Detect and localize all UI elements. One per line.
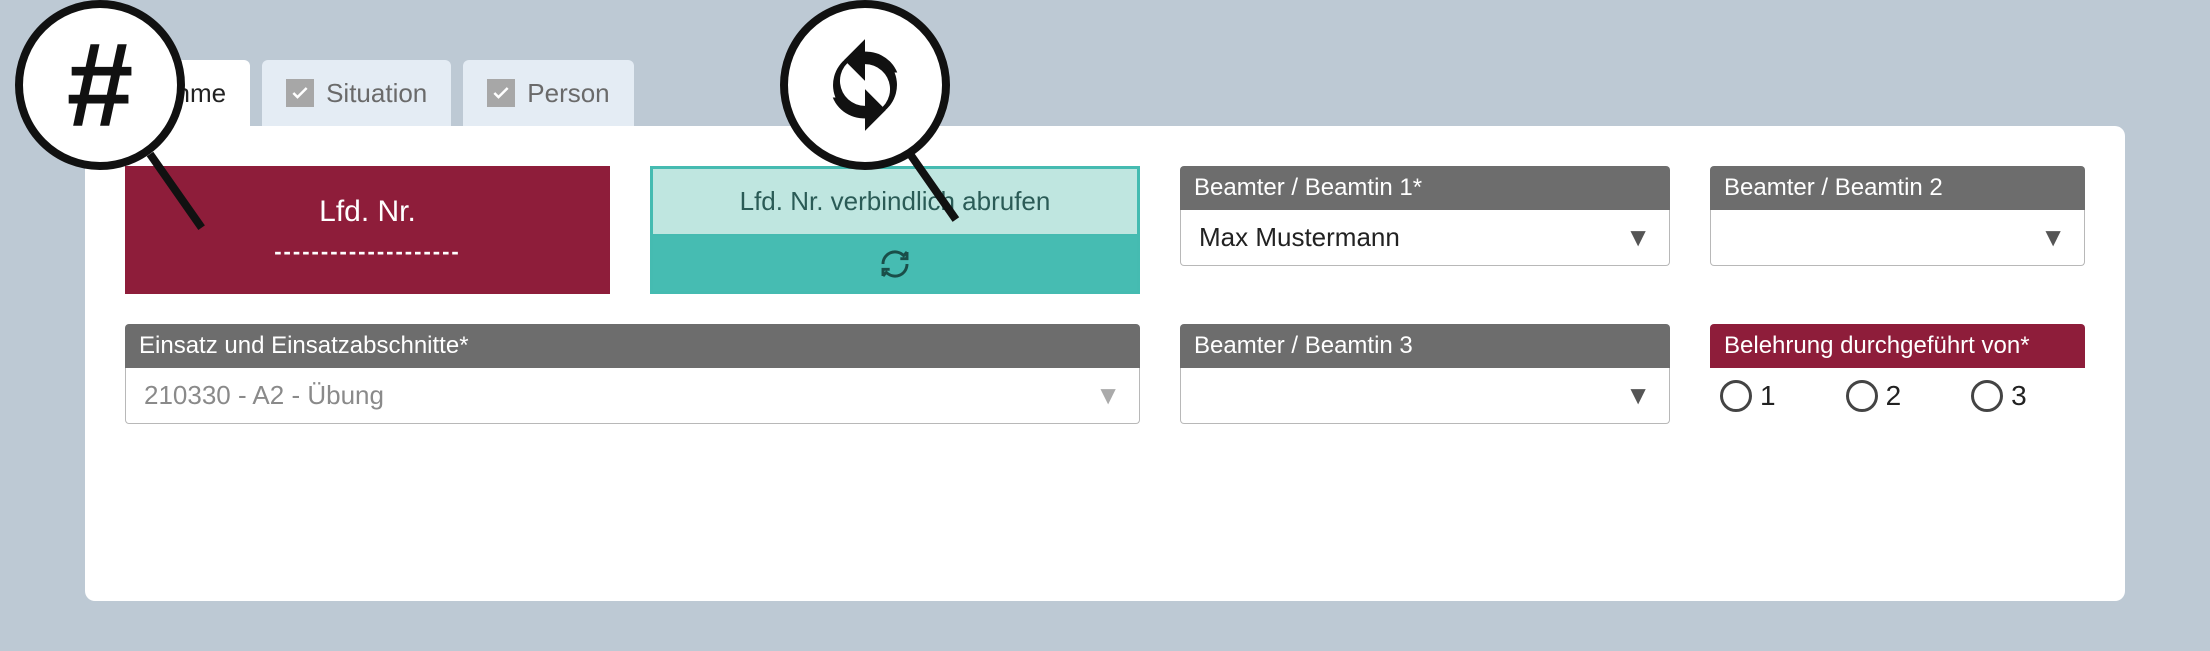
chevron-down-icon: ▼ — [1625, 222, 1651, 253]
assignment-value: 210330 - A2 - Übung — [144, 380, 384, 411]
callout-refresh — [780, 0, 950, 170]
officer-2-label: Beamter / Beamtin 2 — [1710, 166, 2085, 210]
officer-1-cell: Beamter / Beamtin 1* Max Mustermann ▼ — [1180, 166, 1670, 294]
officer-3-cell: Beamter / Beamtin 3 ▼ — [1180, 324, 1670, 424]
officer-1-value: Max Mustermann — [1199, 222, 1400, 253]
lfd-nr-value: -------------------- — [274, 239, 461, 265]
tab-label: Situation — [326, 78, 427, 109]
hash-icon: # — [67, 25, 134, 145]
chevron-down-icon: ▼ — [1625, 380, 1651, 411]
fetch-label: Lfd. Nr. verbindlich abrufen — [653, 169, 1137, 236]
instruction-radio-3[interactable]: 3 — [1971, 380, 2027, 412]
check-icon — [286, 79, 314, 107]
callout-hash: # — [15, 0, 185, 170]
instruction-cell: Belehrung durchgeführt von* 1 2 3 — [1710, 324, 2085, 424]
officer-1-select[interactable]: Max Mustermann ▼ — [1180, 210, 1670, 266]
officer-2-cell: Beamter / Beamtin 2 ▼ — [1710, 166, 2085, 294]
officer-1-label: Beamter / Beamtin 1* — [1180, 166, 1670, 210]
officer-3-label: Beamter / Beamtin 3 — [1180, 324, 1670, 368]
officer-2-select[interactable]: ▼ — [1710, 210, 2085, 266]
chevron-down-icon: ▼ — [1095, 380, 1121, 411]
form-panel: Lfd. Nr. -------------------- Lfd. Nr. v… — [85, 126, 2125, 601]
instruction-radio-2[interactable]: 2 — [1846, 380, 1902, 412]
tab-bar: bernahme Situation Person — [85, 60, 2125, 126]
instruction-radios: 1 2 3 — [1710, 368, 2085, 424]
instruction-label: Belehrung durchgeführt von* — [1710, 324, 2085, 368]
refresh-icon — [653, 236, 1137, 291]
radio-label: 2 — [1886, 380, 1902, 412]
assignment-label: Einsatz und Einsatzabschnitte* — [125, 324, 1140, 368]
radio-icon — [1971, 380, 2003, 412]
tab-person[interactable]: Person — [463, 60, 633, 126]
officer-3-select[interactable]: ▼ — [1180, 368, 1670, 424]
refresh-icon — [815, 35, 915, 135]
tab-situation[interactable]: Situation — [262, 60, 451, 126]
assignment-cell: Einsatz und Einsatzabschnitte* 210330 - … — [125, 324, 1140, 424]
radio-icon — [1846, 380, 1878, 412]
tab-label: Person — [527, 78, 609, 109]
assignment-select[interactable]: 210330 - A2 - Übung ▼ — [125, 368, 1140, 424]
lfd-nr-fetch-button[interactable]: Lfd. Nr. verbindlich abrufen — [650, 166, 1140, 294]
instruction-radio-1[interactable]: 1 — [1720, 380, 1776, 412]
radio-label: 1 — [1760, 380, 1776, 412]
lfd-nr-title: Lfd. Nr. — [319, 195, 416, 229]
chevron-down-icon: ▼ — [2040, 222, 2066, 253]
radio-icon — [1720, 380, 1752, 412]
radio-label: 3 — [2011, 380, 2027, 412]
check-icon — [487, 79, 515, 107]
